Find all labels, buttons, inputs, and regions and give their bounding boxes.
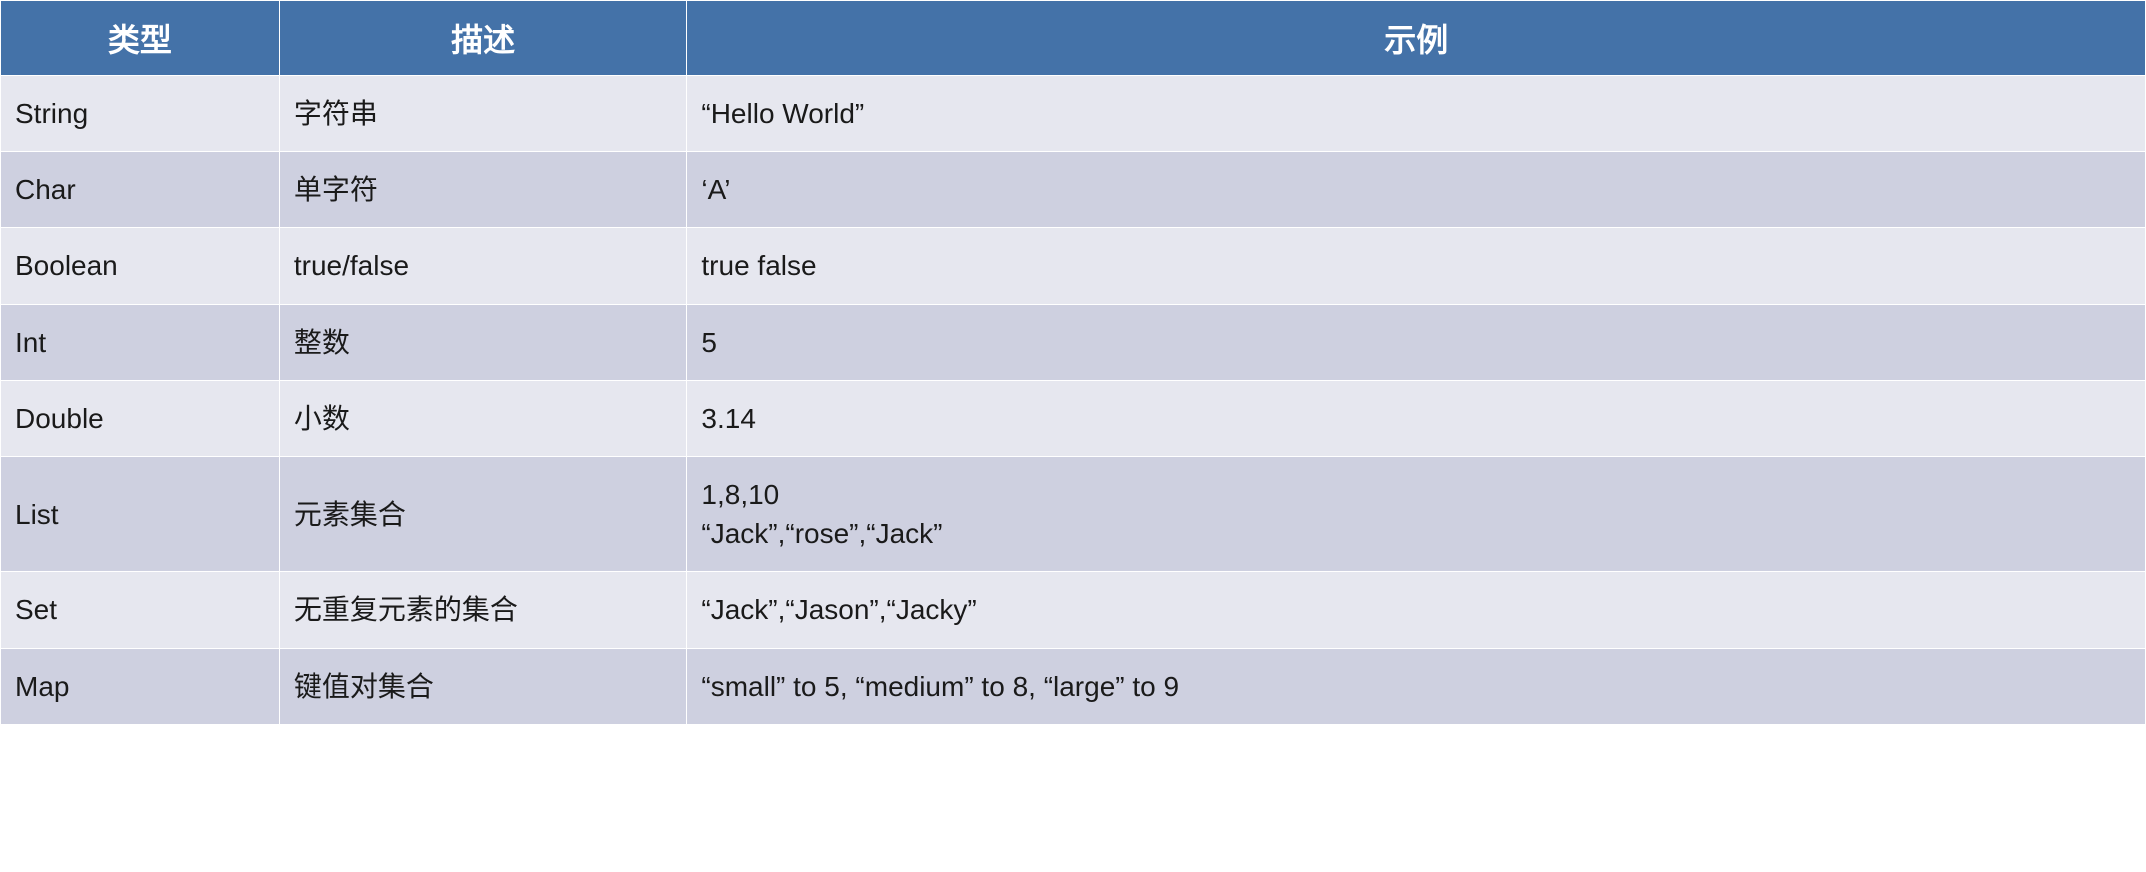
table-row: List 元素集合 1,8,10 “Jack”,“rose”,“Jack” (1, 456, 2146, 571)
header-type: 类型 (1, 1, 280, 76)
cell-description: 小数 (279, 380, 687, 456)
cell-example: ‘A’ (687, 152, 2146, 228)
cell-type: Set (1, 572, 280, 648)
header-example: 示例 (687, 1, 2146, 76)
cell-type: Boolean (1, 228, 280, 304)
table-body: String 字符串 “Hello World” Char 单字符 ‘A’ Bo… (1, 76, 2146, 725)
table-row: Boolean true/false true false (1, 228, 2146, 304)
cell-example: “Hello World” (687, 76, 2146, 152)
cell-description: true/false (279, 228, 687, 304)
table-row: String 字符串 “Hello World” (1, 76, 2146, 152)
cell-example: 1,8,10 “Jack”,“rose”,“Jack” (687, 456, 2146, 571)
cell-example: 3.14 (687, 380, 2146, 456)
table-header-row: 类型 描述 示例 (1, 1, 2146, 76)
cell-example: 5 (687, 304, 2146, 380)
header-description: 描述 (279, 1, 687, 76)
cell-type: List (1, 456, 280, 571)
cell-description: 字符串 (279, 76, 687, 152)
cell-description: 单字符 (279, 152, 687, 228)
cell-type: String (1, 76, 280, 152)
cell-type: Map (1, 648, 280, 724)
cell-type: Char (1, 152, 280, 228)
cell-example: “small” to 5, “medium” to 8, “large” to … (687, 648, 2146, 724)
table-row: Double 小数 3.14 (1, 380, 2146, 456)
cell-type: Double (1, 380, 280, 456)
cell-description: 整数 (279, 304, 687, 380)
cell-type: Int (1, 304, 280, 380)
table-row: Int 整数 5 (1, 304, 2146, 380)
data-types-table: 类型 描述 示例 String 字符串 “Hello World” Char 单… (0, 0, 2146, 725)
cell-description: 键值对集合 (279, 648, 687, 724)
table-row: Char 单字符 ‘A’ (1, 152, 2146, 228)
cell-description: 元素集合 (279, 456, 687, 571)
table-row: Set 无重复元素的集合 “Jack”,“Jason”,“Jacky” (1, 572, 2146, 648)
cell-example: true false (687, 228, 2146, 304)
cell-example: “Jack”,“Jason”,“Jacky” (687, 572, 2146, 648)
cell-description: 无重复元素的集合 (279, 572, 687, 648)
table-row: Map 键值对集合 “small” to 5, “medium” to 8, “… (1, 648, 2146, 724)
